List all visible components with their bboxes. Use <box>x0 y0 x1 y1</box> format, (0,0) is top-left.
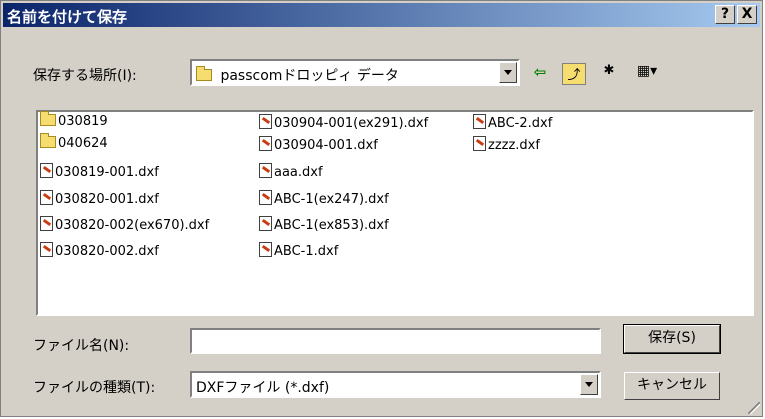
title-bar[interactable]: 名前を付けて保存 ? X <box>3 3 760 27</box>
location-label: 保存する場所(I): <box>33 68 137 84</box>
location-dropdown[interactable]: passcomドロッピィ データ <box>190 59 520 86</box>
dxf-file-icon <box>40 242 53 257</box>
list-item[interactable]: 030904-001(ex291).dxf <box>259 114 428 131</box>
location-value-wrap: passcomドロッピィ データ <box>196 65 399 85</box>
dxf-file-icon <box>259 190 272 205</box>
up-folder-icon[interactable]: ⤴ <box>562 63 586 85</box>
folder-icon <box>40 133 56 148</box>
view-menu-icon[interactable]: ▦▾ <box>631 63 663 83</box>
dxf-file-icon <box>259 114 272 129</box>
filename-label: ファイル名(N): <box>33 338 130 354</box>
close-button[interactable]: X <box>737 5 757 24</box>
dxf-file-icon <box>473 114 486 129</box>
cancel-button[interactable]: キャンセル <box>624 372 720 400</box>
list-item[interactable]: 030820-001.dxf <box>40 190 159 207</box>
file-list[interactable]: 030819 040624 030819-001.dxf 030820-001.… <box>36 110 754 316</box>
location-value: passcomドロッピィ データ <box>220 68 399 84</box>
list-item[interactable]: 040624 <box>40 133 108 151</box>
list-item[interactable]: 030820-002.dxf <box>40 242 159 259</box>
list-item[interactable]: zzzz.dxf <box>473 136 540 153</box>
save-button[interactable]: 保存(S) <box>623 324 721 354</box>
list-item[interactable]: 030819 <box>40 111 108 129</box>
help-button[interactable]: ? <box>715 5 735 24</box>
filetype-label: ファイルの種類(T): <box>33 380 156 396</box>
list-item[interactable]: ABC-1(ex853).dxf <box>259 216 389 233</box>
dxf-file-icon <box>40 163 53 178</box>
list-item[interactable]: 030820-002(ex670).dxf <box>40 216 209 233</box>
list-item[interactable]: 030819-001.dxf <box>40 163 159 180</box>
dxf-file-icon <box>259 242 272 257</box>
save-as-dialog: 名前を付けて保存 ? X 保存する場所(I): passcomドロッピィ データ… <box>0 0 763 417</box>
window-title: 名前を付けて保存 <box>7 8 128 26</box>
list-item[interactable]: 030904-001.dxf <box>259 136 378 153</box>
list-item[interactable]: ABC-1.dxf <box>259 242 338 259</box>
chevron-down-icon[interactable] <box>499 62 517 83</box>
folder-icon <box>40 111 56 126</box>
dxf-file-icon <box>259 216 272 231</box>
filetype-value: DXFファイル (*.dxf) <box>196 380 330 396</box>
dxf-file-icon <box>40 190 53 205</box>
dxf-file-icon <box>40 216 53 231</box>
filename-field[interactable] <box>190 328 601 354</box>
folder-icon <box>196 66 212 81</box>
back-arrow-icon[interactable]: ⇦ <box>529 63 551 83</box>
chevron-down-icon[interactable] <box>580 374 598 395</box>
dxf-file-icon <box>473 136 486 151</box>
dxf-file-icon <box>259 163 272 178</box>
resize-grip-icon[interactable] <box>748 402 760 414</box>
list-item[interactable]: ABC-1(ex247).dxf <box>259 190 389 207</box>
list-item[interactable]: aaa.dxf <box>259 163 323 180</box>
filetype-dropdown[interactable]: DXFファイル (*.dxf) <box>190 371 601 398</box>
dxf-file-icon <box>259 136 272 151</box>
new-folder-icon[interactable]: ✱ <box>597 63 621 83</box>
list-item[interactable]: ABC-2.dxf <box>473 114 552 131</box>
